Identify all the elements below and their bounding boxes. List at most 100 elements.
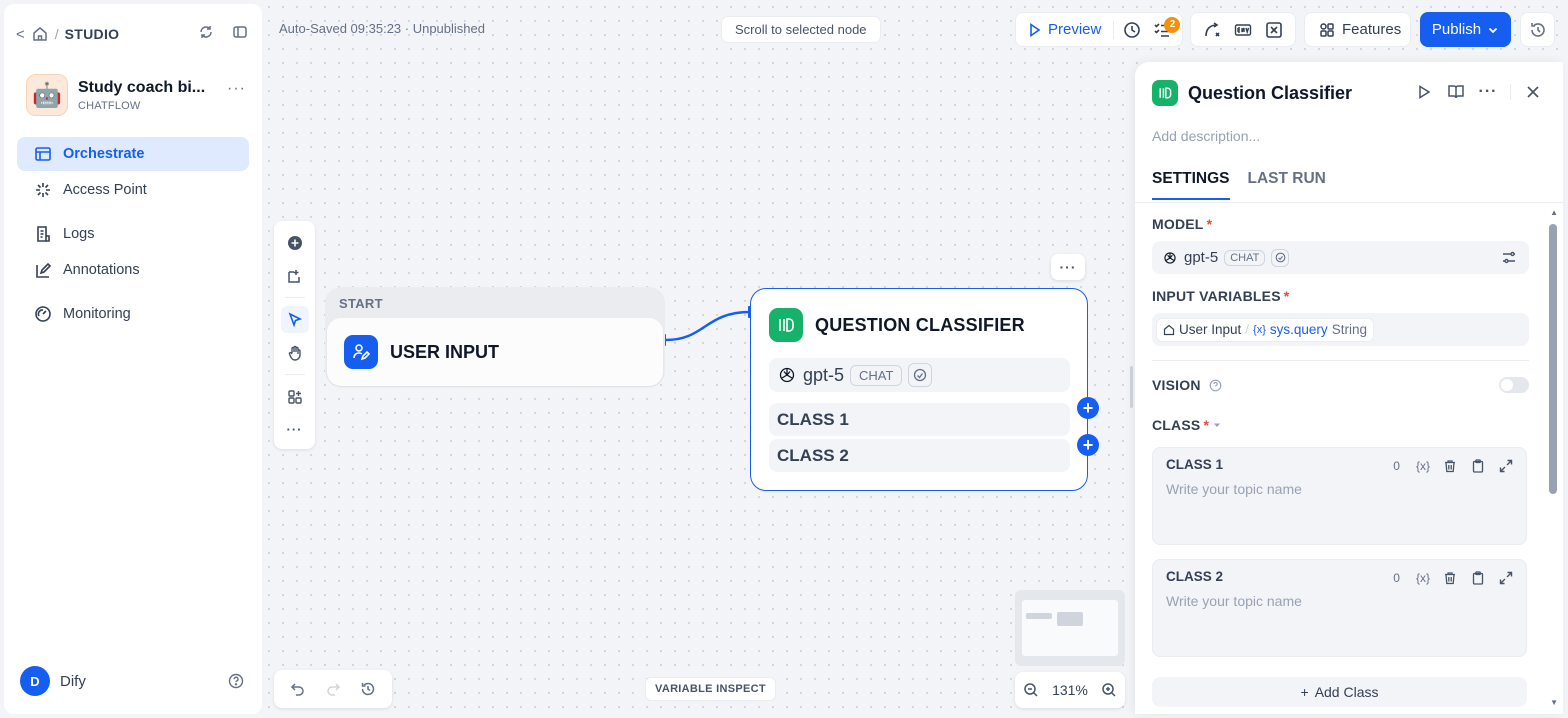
class-label: CLASS	[1152, 417, 1201, 433]
plus-icon: +	[1300, 684, 1309, 700]
undo-redo-toolbar	[274, 670, 392, 708]
vision-label: VISION	[1152, 377, 1201, 393]
tab-settings[interactable]: SETTINGS	[1152, 170, 1230, 200]
panel-resize-handle[interactable]	[1130, 366, 1133, 408]
panel-title[interactable]: Question Classifier	[1188, 83, 1352, 104]
model-name: gpt-5	[803, 364, 845, 385]
class-card: CLASS 2 0 {x} Write your topic name	[1152, 559, 1527, 657]
question-classifier-icon	[1152, 80, 1178, 106]
copy-icon[interactable]	[1470, 568, 1486, 588]
insert-variable-icon[interactable]: {x}	[1416, 571, 1430, 585]
model-label: MODEL	[1152, 216, 1204, 232]
variable-type: String	[1331, 322, 1367, 337]
start-node-label: START	[339, 296, 383, 311]
vision-section-label: VISION	[1152, 375, 1224, 395]
divider	[1152, 360, 1529, 361]
variable-separator: /	[1245, 322, 1250, 337]
panel-tabs: SETTINGS LAST RUN	[1152, 170, 1326, 200]
required-mark: *	[1283, 288, 1290, 304]
vision-row: VISION	[1152, 375, 1529, 395]
delete-icon[interactable]	[1442, 568, 1458, 588]
class-topic-input[interactable]: Write your topic name	[1166, 481, 1302, 497]
char-count: 0	[1393, 571, 1400, 585]
add-class-label: Add Class	[1314, 684, 1379, 700]
copy-icon[interactable]	[1470, 456, 1486, 476]
variable-inspect-button[interactable]: VARIABLE INSPECT	[645, 677, 776, 701]
model-name: gpt-5	[1184, 249, 1219, 266]
model-mode-badge: CHAT	[1224, 249, 1266, 266]
model-mode-badge: CHAT	[850, 364, 903, 386]
classifier-node-title: QUESTION CLASSIFIER	[815, 314, 1025, 335]
model-status-icon	[1271, 248, 1290, 267]
vision-toggle[interactable]	[1499, 377, 1529, 393]
caret-down-icon	[1212, 415, 1222, 435]
panel-actions: ···	[1414, 82, 1543, 102]
class-card-tools: 0 {x}	[1393, 568, 1514, 588]
minimap-node	[1026, 613, 1052, 619]
add-next-node-handle[interactable]: +	[1077, 434, 1099, 456]
run-node-icon[interactable]	[1414, 82, 1434, 102]
undo-icon[interactable]	[288, 679, 308, 699]
expand-icon[interactable]	[1498, 456, 1514, 476]
panel-scrollbar[interactable]	[1549, 224, 1557, 494]
classifier-node-header: QUESTION CLASSIFIER	[769, 308, 1025, 342]
tab-last-run[interactable]: LAST RUN	[1248, 170, 1326, 200]
zoom-level[interactable]: 131%	[1052, 682, 1088, 698]
delete-icon[interactable]	[1442, 456, 1458, 476]
question-classifier-icon	[769, 308, 803, 342]
scroll-down-arrow[interactable]: ▼	[1550, 698, 1558, 707]
add-class-button[interactable]: + Add Class	[1152, 677, 1527, 707]
char-count: 0	[1393, 459, 1400, 473]
variable-tag[interactable]: User Input / {x} sys.query String	[1156, 317, 1374, 342]
zoom-out-icon[interactable]	[1021, 680, 1041, 700]
user-input-icon	[344, 335, 378, 369]
help-docs-icon[interactable]	[1446, 82, 1466, 102]
openai-icon	[777, 365, 797, 385]
classifier-class-item[interactable]: CLASS 1	[769, 403, 1070, 436]
node-settings-panel: Question Classifier ··· Add description.…	[1135, 62, 1563, 714]
class-card-tools: 0 {x}	[1393, 456, 1514, 476]
class-title: CLASS 2	[1166, 569, 1224, 584]
class-section-label[interactable]: CLASS *	[1152, 415, 1529, 435]
add-next-node-handle[interactable]: +	[1077, 397, 1099, 419]
zoom-in-icon[interactable]	[1099, 680, 1119, 700]
model-section-label: MODEL *	[1152, 216, 1529, 232]
redo-icon[interactable]	[323, 679, 343, 699]
model-params-icon[interactable]	[1499, 248, 1519, 268]
class-card: CLASS 1 0 {x} Write your topic name	[1152, 447, 1527, 545]
input-variable-selector[interactable]: User Input / {x} sys.query String	[1152, 313, 1529, 346]
more-options-icon[interactable]: ···	[1478, 82, 1498, 102]
model-selector[interactable]: gpt-5 CHAT	[1152, 241, 1529, 274]
history-icon[interactable]	[358, 679, 378, 699]
classifier-model-selector[interactable]: gpt-5 CHAT	[769, 358, 1070, 392]
classifier-class-item[interactable]: CLASS 2	[769, 439, 1070, 472]
divider	[1135, 202, 1563, 203]
description-input[interactable]: Add description...	[1152, 128, 1260, 144]
panel-header: Question Classifier	[1152, 80, 1352, 106]
openai-icon	[1162, 248, 1178, 268]
class-topic-input[interactable]: Write your topic name	[1166, 593, 1302, 609]
required-mark: *	[1203, 417, 1210, 433]
home-icon	[1163, 324, 1175, 336]
model-settings-icon[interactable]	[908, 363, 933, 387]
input-variables-label: INPUT VARIABLES	[1152, 288, 1281, 304]
scroll-up-arrow[interactable]: ▲	[1550, 208, 1558, 217]
variable-prefix-icon: {x}	[1253, 323, 1266, 336]
minimap[interactable]	[1015, 590, 1125, 666]
zoom-controls: 131%	[1015, 672, 1125, 708]
divider	[1510, 84, 1511, 100]
info-icon[interactable]	[1208, 375, 1224, 395]
input-variables-section-label: INPUT VARIABLES *	[1152, 288, 1529, 304]
start-node[interactable]: START USER INPUT	[325, 287, 665, 387]
required-mark: *	[1206, 216, 1213, 232]
expand-icon[interactable]	[1498, 568, 1514, 588]
question-classifier-node[interactable]: QUESTION CLASSIFIER gpt-5 CHAT CLASS 1 C…	[750, 288, 1088, 491]
minimap-node	[1057, 612, 1083, 626]
class-title: CLASS 1	[1166, 457, 1224, 472]
variable-node-name: User Input	[1179, 322, 1242, 337]
close-icon[interactable]	[1523, 82, 1543, 102]
user-input-title: USER INPUT	[390, 341, 500, 362]
user-input-node[interactable]: USER INPUT	[327, 318, 663, 386]
insert-variable-icon[interactable]: {x}	[1416, 459, 1430, 473]
node-more-button[interactable]: ···	[1051, 254, 1085, 280]
